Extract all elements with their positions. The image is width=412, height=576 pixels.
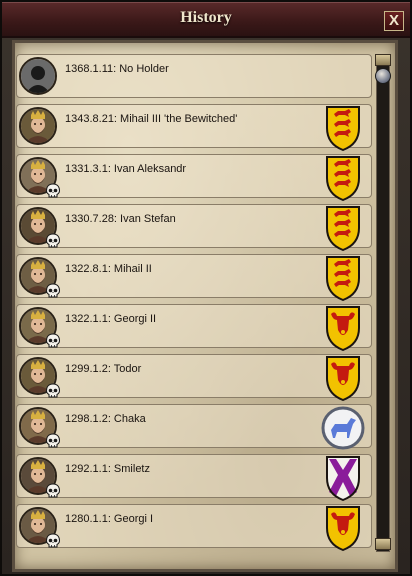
history-row[interactable]: 1280.1.1: Georgi I [16, 504, 372, 552]
skull-icon [45, 333, 61, 349]
skull-icon [45, 283, 61, 299]
skull-icon [45, 233, 61, 249]
coat-of-arms-icon[interactable] [321, 352, 365, 402]
history-window: History X 1368.1.11: No Holder 1343.8.21:… [0, 0, 412, 576]
history-row[interactable]: 1368.1.11: No Holder [16, 54, 372, 98]
history-entry-label: 1292.1.1: Smiletz [65, 463, 150, 475]
ruler-portrait[interactable] [19, 107, 57, 145]
history-row[interactable]: 1299.1.2: Todor [16, 354, 372, 402]
coat-of-arms-icon[interactable] [321, 152, 365, 202]
coat-of-arms-icon[interactable] [321, 202, 365, 252]
history-row[interactable]: 1292.1.1: Smiletz [16, 454, 372, 502]
history-entry-label: 1331.3.1: Ivan Aleksandr [65, 163, 187, 175]
history-entry-label: 1343.8.21: Mihail III 'the Bewitched' [65, 113, 238, 125]
history-row[interactable]: 1331.3.1: Ivan Aleksandr [16, 154, 372, 202]
history-row[interactable]: 1330.7.28: Ivan Stefan [16, 204, 372, 252]
coat-of-arms-icon[interactable] [321, 302, 365, 352]
empty-portrait-icon[interactable] [19, 57, 57, 95]
skull-icon [45, 483, 61, 499]
history-row[interactable]: 1322.8.1: Mihail II [16, 254, 372, 302]
coat-of-arms-icon[interactable] [321, 252, 365, 302]
close-button[interactable]: X [384, 11, 404, 31]
coat-of-arms-icon[interactable] [321, 102, 365, 152]
skull-icon [45, 383, 61, 399]
window-title: History [180, 9, 232, 26]
scroll-down-arrow[interactable] [375, 538, 391, 550]
history-entry-label: 1280.1.1: Georgi I [65, 513, 154, 525]
history-entry-label: 1322.1.1: Georgi II [65, 313, 157, 325]
history-entry-label: 1299.1.2: Todor [65, 363, 142, 375]
history-entry-label: 1298.1.2: Chaka [65, 413, 146, 425]
scroll-up-arrow[interactable] [375, 54, 391, 66]
skull-icon [45, 533, 61, 549]
coat-of-arms-icon[interactable] [321, 402, 365, 452]
history-row[interactable]: 1298.1.2: Chaka [16, 404, 372, 450]
history-entry-label: 1368.1.11: No Holder [65, 63, 169, 75]
history-entry-label: 1330.7.28: Ivan Stefan [65, 213, 176, 225]
scrollbar-track[interactable] [376, 54, 390, 552]
coat-of-arms-icon[interactable] [321, 502, 365, 552]
skull-icon [45, 183, 61, 199]
history-row[interactable]: 1322.1.1: Georgi II [16, 304, 372, 352]
history-row[interactable]: 1343.8.21: Mihail III 'the Bewitched' [16, 104, 372, 152]
coat-of-arms-icon[interactable] [321, 452, 365, 502]
title-bar: History X [2, 2, 410, 38]
skull-icon [45, 433, 61, 449]
scroll-thumb[interactable] [375, 68, 391, 84]
history-entry-label: 1322.8.1: Mihail II [65, 263, 152, 275]
